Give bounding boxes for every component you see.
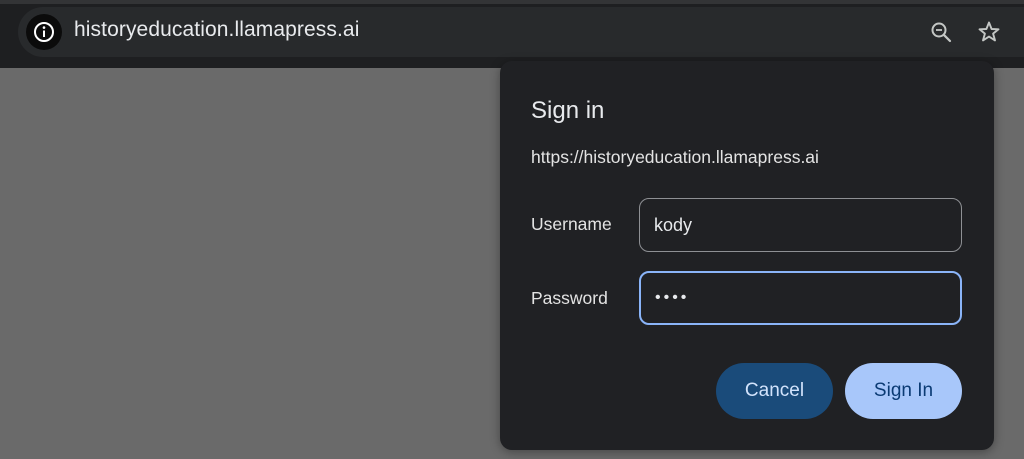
star-icon	[978, 21, 1000, 42]
dialog-title: Sign in	[531, 97, 605, 124]
username-field[interactable]: kody	[639, 198, 962, 252]
sign-in-dialog: Sign in https://historyeducation.llamapr…	[500, 61, 994, 450]
password-label: Password	[531, 288, 608, 308]
browser-toolbar: historyeducation.llamapress.ai	[0, 0, 1024, 68]
password-value: ••••	[655, 289, 690, 306]
toolbar-divider	[0, 0, 1024, 4]
info-icon	[34, 22, 54, 42]
username-label: Username	[531, 214, 612, 234]
cancel-button[interactable]: Cancel	[716, 363, 833, 419]
bookmark-button[interactable]	[976, 19, 1002, 45]
dialog-origin: https://historyeducation.llamapress.ai	[531, 147, 819, 167]
sign-in-button[interactable]: Sign In	[845, 363, 962, 419]
site-info-button[interactable]	[26, 14, 62, 50]
url-text[interactable]: historyeducation.llamapress.ai	[74, 18, 359, 42]
username-value: kody	[654, 214, 693, 235]
address-bar[interactable]: historyeducation.llamapress.ai	[18, 7, 1024, 57]
zoom-icon	[931, 22, 952, 43]
password-field[interactable]: ••••	[639, 271, 962, 325]
zoom-button[interactable]	[928, 19, 954, 45]
